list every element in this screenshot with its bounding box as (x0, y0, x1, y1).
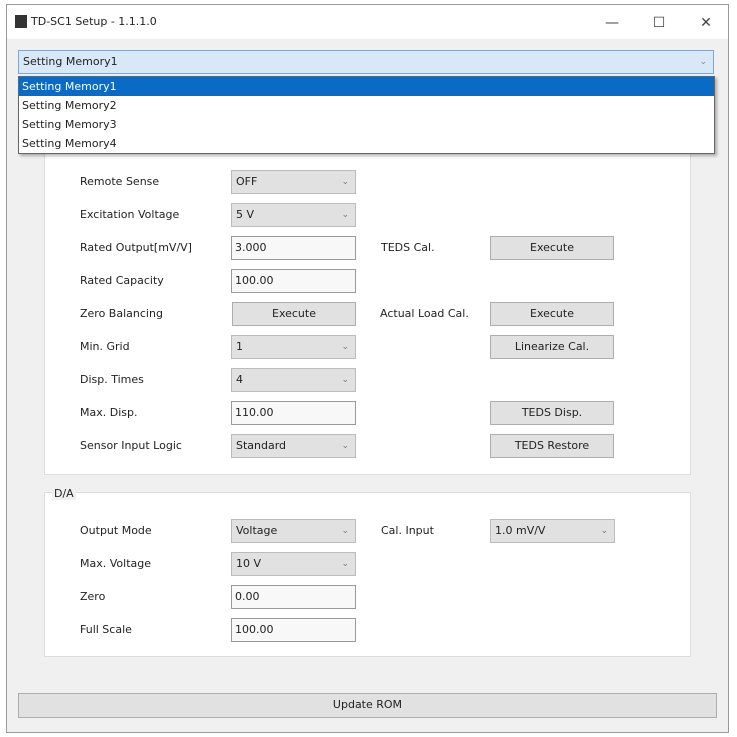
app-icon (15, 15, 27, 28)
app-window: TD-SC1 Setup - 1.1.1.0 — ☐ ✕ Setting Mem… (6, 4, 729, 733)
output-mode-value: Voltage (236, 524, 278, 537)
memory-option[interactable]: Setting Memory1 (19, 77, 714, 96)
close-button[interactable]: ✕ (686, 11, 726, 35)
min-grid-label: Min. Grid (80, 340, 130, 353)
update-rom-button[interactable]: Update ROM (18, 693, 717, 718)
window-title: TD-SC1 Setup - 1.1.1.0 (31, 15, 157, 28)
actual-load-cal-execute-button[interactable]: Execute (490, 302, 614, 326)
cal-input-label: Cal. Input (381, 524, 434, 537)
teds-cal-label: TEDS Cal. (381, 241, 435, 254)
min-grid-value: 1 (236, 340, 243, 353)
memory-dropdown-list: Setting Memory1 Setting Memory2 Setting … (18, 76, 715, 154)
excitation-voltage-value: 5 V (236, 208, 255, 221)
disp-times-select[interactable]: 4 ⌄ (231, 368, 356, 392)
excitation-voltage-label: Excitation Voltage (80, 208, 180, 221)
chevron-down-icon: ⌄ (341, 559, 349, 569)
rated-output-label: Rated Output[mV/V] (80, 241, 192, 254)
chevron-down-icon: ⌄ (600, 526, 608, 536)
sensor-input-logic-label: Sensor Input Logic (80, 439, 182, 452)
disp-times-label: Disp. Times (80, 373, 144, 386)
memory-option[interactable]: Setting Memory3 (19, 115, 714, 134)
full-scale-input[interactable]: 100.00 (231, 618, 356, 642)
remote-sense-value: OFF (236, 175, 258, 188)
chevron-down-icon: ⌄ (341, 177, 349, 187)
cal-input-select[interactable]: 1.0 mV/V ⌄ (490, 519, 615, 543)
chevron-down-icon: ⌄ (341, 441, 349, 451)
max-disp-label: Max. Disp. (80, 406, 138, 419)
zero-label: Zero (80, 590, 106, 603)
maximize-button[interactable]: ☐ (639, 11, 679, 35)
zero-balancing-execute-button[interactable]: Execute (232, 302, 356, 326)
da-group (44, 492, 691, 657)
teds-cal-execute-button[interactable]: Execute (490, 236, 614, 260)
max-voltage-select[interactable]: 10 V ⌄ (231, 552, 356, 576)
min-grid-select[interactable]: 1 ⌄ (231, 335, 356, 359)
memory-select[interactable]: Setting Memory1 ⌄ (18, 50, 714, 74)
sensor-input-logic-value: Standard (236, 439, 287, 452)
zero-input[interactable]: 0.00 (231, 585, 356, 609)
remote-sense-label: Remote Sense (80, 175, 160, 188)
teds-restore-button[interactable]: TEDS Restore (490, 434, 614, 458)
memory-option[interactable]: Setting Memory2 (19, 96, 714, 115)
da-group-title: D/A (52, 487, 76, 500)
rated-output-input[interactable]: 3.000 (231, 236, 356, 260)
excitation-voltage-select[interactable]: 5 V ⌄ (231, 203, 356, 227)
cal-input-value: 1.0 mV/V (495, 524, 546, 537)
memory-option[interactable]: Setting Memory4 (19, 134, 714, 153)
chevron-down-icon: ⌄ (699, 57, 707, 67)
chevron-down-icon: ⌄ (341, 210, 349, 220)
output-mode-label: Output Mode (80, 524, 152, 537)
memory-select-value: Setting Memory1 (23, 55, 118, 68)
sensor-input-logic-select[interactable]: Standard ⌄ (231, 434, 356, 458)
actual-load-cal-label: Actual Load Cal. (380, 307, 469, 320)
max-voltage-value: 10 V (236, 557, 262, 570)
linearize-cal-button[interactable]: Linearize Cal. (490, 335, 614, 359)
output-mode-select[interactable]: Voltage ⌄ (231, 519, 356, 543)
chevron-down-icon: ⌄ (341, 526, 349, 536)
chevron-down-icon: ⌄ (341, 375, 349, 385)
max-disp-input[interactable]: 110.00 (231, 401, 356, 425)
minimize-button[interactable]: — (592, 11, 632, 35)
remote-sense-select[interactable]: OFF ⌄ (231, 170, 356, 194)
zero-balancing-label: Zero Balancing (80, 307, 163, 320)
chevron-down-icon: ⌄ (341, 342, 349, 352)
disp-times-value: 4 (236, 373, 243, 386)
rated-capacity-label: Rated Capacity (80, 274, 164, 287)
rated-capacity-input[interactable]: 100.00 (231, 269, 356, 293)
max-voltage-label: Max. Voltage (80, 557, 151, 570)
title-bar: TD-SC1 Setup - 1.1.1.0 — ☐ ✕ (7, 5, 728, 39)
teds-disp-button[interactable]: TEDS Disp. (490, 401, 614, 425)
full-scale-label: Full Scale (80, 623, 132, 636)
